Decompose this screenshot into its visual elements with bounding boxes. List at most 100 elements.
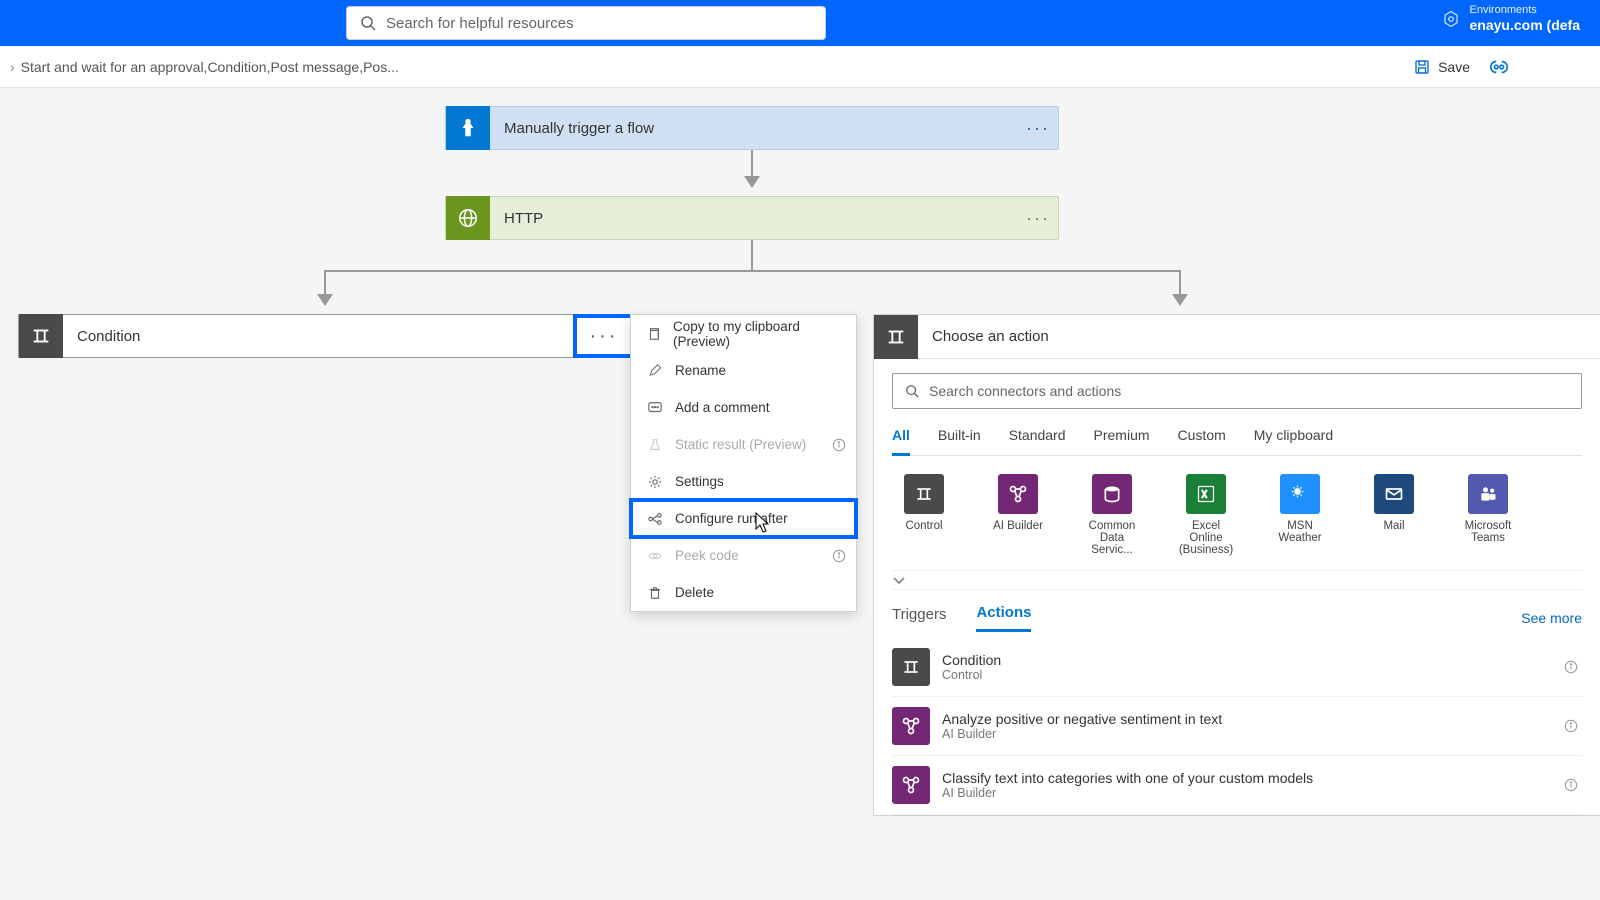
connector-label: Mail xyxy=(1362,520,1426,532)
condition-icon xyxy=(19,314,63,358)
action-connector: Control xyxy=(942,668,1001,682)
tab-all[interactable]: All xyxy=(892,421,910,456)
search-icon xyxy=(360,15,376,31)
connector-icon xyxy=(1092,474,1132,514)
global-search-input[interactable]: Search for helpful resources xyxy=(346,6,826,40)
connector-line xyxy=(751,240,753,270)
info-icon[interactable] xyxy=(832,549,846,563)
action-icon xyxy=(892,648,930,686)
action-name: Analyze positive or negative sentiment i… xyxy=(942,711,1222,727)
see-more-link[interactable]: See more xyxy=(1521,610,1582,626)
connector-search-input[interactable]: Search connectors and actions xyxy=(892,373,1582,409)
arrow-down-icon xyxy=(1172,294,1188,306)
search-icon xyxy=(905,384,919,398)
choose-action-header: Choose an action xyxy=(874,315,1600,359)
connector-icon xyxy=(1374,474,1414,514)
menu-copy-clipboard[interactable]: Copy to my clipboard (Preview) xyxy=(631,315,856,352)
menu-rename[interactable]: Rename xyxy=(631,352,856,389)
action-connector: AI Builder xyxy=(942,786,1313,800)
action-name: Condition xyxy=(942,652,1001,668)
tab-standard[interactable]: Standard xyxy=(1009,421,1066,455)
action-icon xyxy=(892,766,930,804)
environment-icon xyxy=(1442,10,1460,28)
menu-add-comment[interactable]: Add a comment xyxy=(631,389,856,426)
ellipsis-icon: ··· xyxy=(590,325,619,348)
connector-label: MSN Weather xyxy=(1268,520,1332,544)
save-button[interactable]: Save xyxy=(1414,46,1470,88)
connector-label: AI Builder xyxy=(986,520,1050,532)
http-action-card[interactable]: HTTP ··· xyxy=(445,196,1059,240)
branch-icon xyxy=(645,512,665,526)
eye-icon xyxy=(645,549,665,563)
action-name: Classify text into categories with one o… xyxy=(942,770,1313,786)
tab-triggers[interactable]: Triggers xyxy=(892,606,946,631)
connector-icon xyxy=(998,474,1038,514)
connector-item[interactable]: Control xyxy=(892,474,956,556)
flask-icon xyxy=(645,438,665,452)
arrow-down-icon xyxy=(744,176,760,188)
context-menu: Copy to my clipboard (Preview) Rename Ad… xyxy=(630,314,857,612)
http-icon xyxy=(446,196,490,240)
env-label: Environments xyxy=(1470,4,1580,17)
tab-my-clipboard[interactable]: My clipboard xyxy=(1254,421,1333,455)
connector-item[interactable]: AI Builder xyxy=(986,474,1050,556)
flow-checker-icon[interactable] xyxy=(1488,56,1510,78)
tab-premium[interactable]: Premium xyxy=(1094,421,1150,455)
connector-label: Common Data Servic... xyxy=(1080,520,1144,556)
expand-connectors-button[interactable] xyxy=(892,570,1582,590)
environment-picker[interactable]: Environments enayu.com (defa xyxy=(1442,4,1580,34)
connector-icon xyxy=(1280,474,1320,514)
app-header: Search for helpful resources Environment… xyxy=(0,0,1600,46)
card-menu-button[interactable]: ··· xyxy=(1018,118,1058,139)
tab-built-in[interactable]: Built-in xyxy=(938,421,981,455)
info-icon[interactable] xyxy=(1564,778,1578,792)
info-icon[interactable] xyxy=(1564,719,1578,733)
arrow-down-icon xyxy=(317,294,333,306)
connector-item[interactable]: Mail xyxy=(1362,474,1426,556)
action-list-item[interactable]: Analyze positive or negative sentiment i… xyxy=(892,697,1582,756)
menu-static-result: Static result (Preview) xyxy=(631,426,856,463)
search-placeholder: Search for helpful resources xyxy=(386,15,574,32)
trigger-icon xyxy=(446,106,490,150)
env-value: enayu.com (defa xyxy=(1470,17,1580,34)
actions-list: ConditionControl Analyze positive or nega… xyxy=(892,638,1582,815)
chevron-right-icon: › xyxy=(10,59,15,75)
menu-delete[interactable]: Delete xyxy=(631,574,856,611)
connector-item[interactable]: MSN Weather xyxy=(1268,474,1332,556)
gear-icon xyxy=(645,475,665,489)
action-list-item[interactable]: ConditionControl xyxy=(892,638,1582,697)
info-icon[interactable] xyxy=(1564,660,1578,674)
connector-item[interactable]: Microsoft Teams xyxy=(1456,474,1520,556)
connector-line xyxy=(324,270,1181,272)
connector-category-tabs: All Built-in Standard Premium Custom My … xyxy=(892,421,1582,456)
connector-label: Excel Online (Business) xyxy=(1174,520,1238,556)
trash-icon xyxy=(645,586,665,600)
connector-icon xyxy=(1186,474,1226,514)
comment-icon xyxy=(645,401,665,415)
action-list-item[interactable]: Classify text into categories with one o… xyxy=(892,756,1582,815)
card-menu-button[interactable]: ··· xyxy=(1018,208,1058,229)
menu-configure-run-after[interactable]: Configure run after xyxy=(631,500,856,537)
connector-item[interactable]: Excel Online (Business) xyxy=(1174,474,1238,556)
pencil-icon xyxy=(645,364,665,378)
tab-actions[interactable]: Actions xyxy=(976,604,1031,632)
action-icon xyxy=(892,707,930,745)
trigger-action-tabs: Triggers Actions See more xyxy=(892,590,1582,638)
connector-item[interactable]: Common Data Servic... xyxy=(1080,474,1144,556)
condition-card[interactable]: Condition ··· xyxy=(18,314,635,358)
toolbar: › Start and wait for an approval,Conditi… xyxy=(0,46,1600,88)
card-menu-button-highlighted[interactable]: ··· xyxy=(573,314,635,358)
info-icon[interactable] xyxy=(832,438,846,452)
trigger-card[interactable]: Manually trigger a flow ··· xyxy=(445,106,1059,150)
menu-settings[interactable]: Settings xyxy=(631,463,856,500)
copy-icon xyxy=(645,327,663,341)
tab-custom[interactable]: Custom xyxy=(1178,421,1226,455)
flow-canvas[interactable]: Manually trigger a flow ··· HTTP ··· Con… xyxy=(0,88,1600,900)
connector-label: Control xyxy=(892,520,956,532)
choose-action-panel: Choose an action Search connectors and a… xyxy=(873,314,1600,816)
connector-icon xyxy=(1468,474,1508,514)
connector-icon xyxy=(904,474,944,514)
breadcrumb[interactable]: › Start and wait for an approval,Conditi… xyxy=(10,59,399,75)
menu-peek-code: Peek code xyxy=(631,537,856,574)
connector-label: Microsoft Teams xyxy=(1456,520,1520,544)
